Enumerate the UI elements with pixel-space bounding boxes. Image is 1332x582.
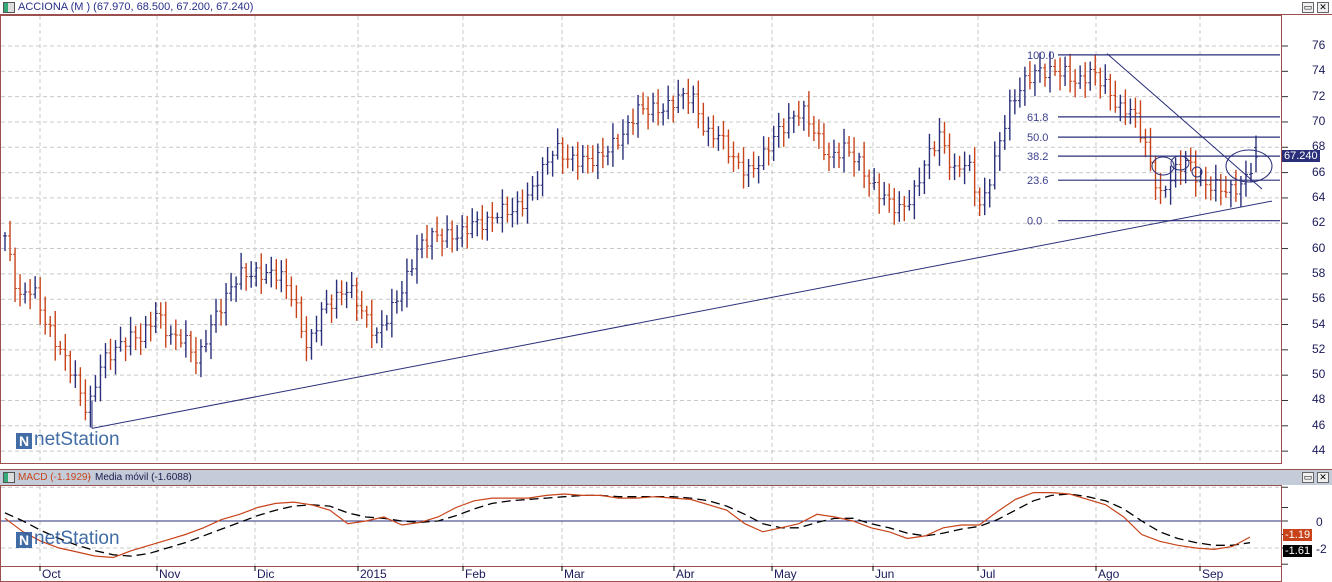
y-tick-label: 62 (1312, 215, 1326, 230)
x-tick-label: Nov (159, 567, 181, 581)
y-tick-label: 52 (1312, 341, 1326, 356)
x-tick-label: Feb (465, 567, 486, 581)
y-tick-label: 56 (1312, 291, 1326, 306)
y-tick-label: 54 (1312, 316, 1326, 331)
fib-level-label: 0.0 (1027, 216, 1042, 228)
x-tick-label: Sep (1202, 567, 1224, 581)
fib-level-label: 50.0 (1027, 132, 1048, 144)
support-trendline (91, 200, 1273, 429)
x-tick-label: May (774, 567, 797, 581)
macd-y-tick-label: -2 (1316, 542, 1327, 556)
x-tick-label: Dic (257, 567, 275, 581)
x-tick-label: 2015 (360, 567, 387, 581)
y-tick-label: 70 (1312, 113, 1326, 128)
y-tick-label: 58 (1312, 265, 1326, 280)
fib-level-label: 23.6 (1027, 175, 1048, 187)
signal-line (4, 493, 1251, 557)
x-tick-label: Oct (42, 567, 61, 581)
x-tick-label: Ago (1098, 567, 1120, 581)
y-tick-label: 64 (1312, 189, 1326, 204)
chart-canvas: 100.0 61.8 50.0 38.2 23.6 0.0 0 -2 (1, 16, 1327, 571)
y-tick-label: 68 (1312, 139, 1326, 154)
x-tick-label: Jun (875, 567, 895, 581)
macd-y-tick-label: 0 (1316, 515, 1323, 529)
y-tick-label: 60 (1312, 240, 1326, 255)
fib-level-label: 38.2 (1027, 151, 1048, 163)
signal-value-tag: -1.61 (1283, 545, 1313, 557)
netstation-logo-macd: NnetStation (16, 528, 120, 550)
x-tick-label: Abr (676, 567, 695, 581)
netstation-logo: NnetStation (16, 429, 120, 451)
x-tick-label: Jul (980, 567, 996, 581)
y-tick-label: 48 (1312, 392, 1326, 407)
y-tick-label: 72 (1312, 88, 1326, 103)
y-tick-label: 66 (1312, 164, 1326, 179)
fib-level-label: 100.0 (1027, 50, 1055, 62)
y-tick-label: 44 (1312, 443, 1326, 458)
x-tick-label: Mar (564, 567, 585, 581)
fib-level-label: 61.8 (1027, 112, 1048, 124)
macd-value-tag: -1.19 (1283, 529, 1313, 541)
y-tick-label: 46 (1312, 417, 1326, 432)
y-tick-label: 76 (1312, 38, 1326, 52)
y-tick-label: 50 (1312, 367, 1326, 382)
y-tick-label: 74 (1312, 63, 1326, 78)
